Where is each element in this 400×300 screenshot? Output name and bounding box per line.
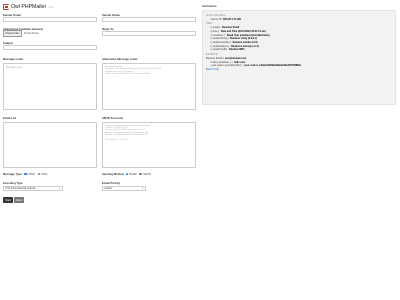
help-item: [-randommd5-] : Random MD5 [210, 48, 392, 52]
sending-method-group: Sending Method Builtin SMTP [102, 172, 152, 176]
message-type-html-label: HTML [27, 172, 36, 176]
mail-logo-icon [3, 3, 9, 10]
message-type-html-radio[interactable] [23, 172, 27, 176]
chevron-down-icon: ▼ [58, 187, 61, 190]
server-ip-value: 185.247.171.188 [222, 17, 241, 21]
reply-to-input[interactable] [102, 31, 196, 36]
message-letter-label: Message Letter [3, 57, 24, 61]
alt-message-label: Alternative Message Letter [102, 57, 138, 61]
message-type-plain-radio[interactable] [37, 172, 41, 176]
encoding-value: UTF-8 International Unicode [5, 187, 36, 190]
encoding-label: Encoding Type [3, 181, 23, 185]
choose-files-button[interactable]: Choose Files [3, 30, 22, 37]
sending-method-label: Sending Method [102, 172, 124, 176]
app-title: Owl PHPMailer [11, 3, 47, 10]
subject-input[interactable] [3, 45, 97, 50]
encoding-select[interactable]: UTF-8 International Unicode ▼ [3, 186, 63, 191]
message-type-plain-label: Plain [41, 172, 48, 176]
sending-method-smtp-radio[interactable] [139, 172, 143, 176]
alt-message-textarea[interactable]: Alternative Message This body can be rea… [102, 63, 196, 110]
sender-email-input[interactable] [3, 17, 97, 22]
app-version: 2.x [49, 4, 54, 9]
reset-button[interactable]: Reset [14, 197, 24, 203]
smtp-accounts-label: SMTP Accounts [102, 116, 124, 120]
smtp-accounts-textarea[interactable]: Random account will be used when sending… [102, 122, 196, 168]
server-ip-row: Server IP: 185.247.171.188 [210, 18, 392, 22]
priority-value: default [104, 187, 112, 190]
sending-method-builtin-radio[interactable] [125, 172, 129, 176]
instruction-panel: Server Information Server IP: 185.247.17… [202, 10, 396, 105]
help-list: [-email-] : Receiver Email[-time-] : Dat… [206, 26, 392, 52]
sending-method-builtin-label: Builtin [129, 172, 137, 176]
priority-select[interactable]: default ▼ [102, 186, 146, 191]
message-letter-textarea[interactable]: Message Letter [3, 63, 97, 110]
start-button[interactable]: Start [3, 197, 13, 203]
sender-name-input[interactable] [102, 17, 196, 22]
app-header: Owl PHPMailer 2.x [3, 3, 53, 10]
instruction-title: Instruction [202, 4, 217, 8]
example-list: hello [-emailuser-] -> hello useryour co… [206, 61, 392, 68]
attachment-field: Choose Files No file chosen [3, 30, 40, 37]
file-status: No file chosen [23, 32, 40, 35]
message-type-label: Message Type [3, 172, 22, 176]
email-list-textarea[interactable] [3, 122, 97, 168]
chevron-down-icon: ▼ [141, 187, 144, 190]
back-to-top-link[interactable]: Back To Top [206, 68, 392, 72]
email-list-label: Email List [3, 116, 17, 120]
sending-method-smtp-label: SMTP [143, 172, 151, 176]
message-type-group: Message Type HTML Plain [3, 172, 49, 176]
priority-label: Email Priority [102, 181, 121, 185]
